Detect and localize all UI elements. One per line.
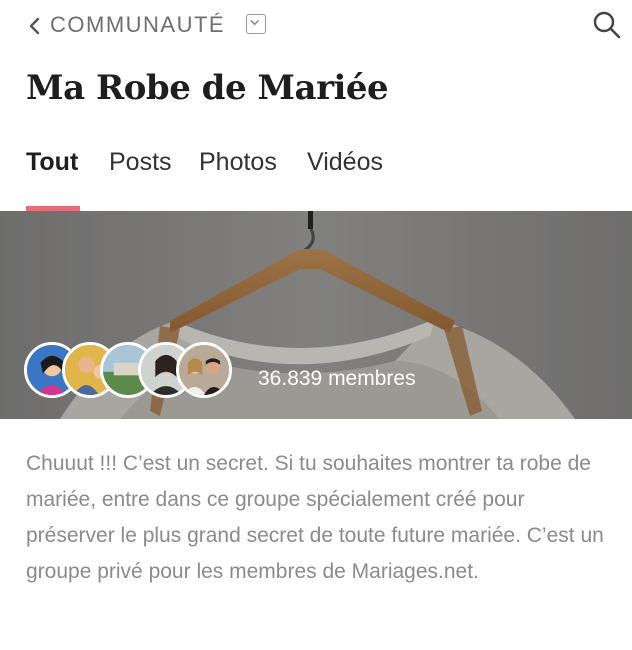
- member-avatars: [24, 342, 244, 404]
- members-count[interactable]: 36.839 membres: [258, 367, 416, 391]
- tab-bar: Tout Posts Photos Vidéos: [0, 148, 632, 212]
- tab-videos[interactable]: Vidéos: [307, 148, 383, 177]
- page-title: Ma Robe de Mariée: [26, 68, 389, 108]
- top-bar: COMMUNAUTÉ: [0, 0, 632, 50]
- search-icon[interactable]: [592, 10, 622, 40]
- cover-image: 36.839 membres: [0, 211, 632, 419]
- avatar[interactable]: [176, 342, 232, 398]
- group-description: Chuuut !!! C’est un secret. Si tu souhai…: [26, 452, 604, 583]
- breadcrumb[interactable]: COMMUNAUTÉ: [50, 12, 225, 38]
- tab-photos[interactable]: Photos: [199, 148, 277, 177]
- chevron-left-icon[interactable]: [26, 16, 44, 36]
- tab-posts[interactable]: Posts: [109, 148, 172, 177]
- tab-tout[interactable]: Tout: [26, 148, 78, 177]
- chevron-down-icon[interactable]: [246, 14, 266, 34]
